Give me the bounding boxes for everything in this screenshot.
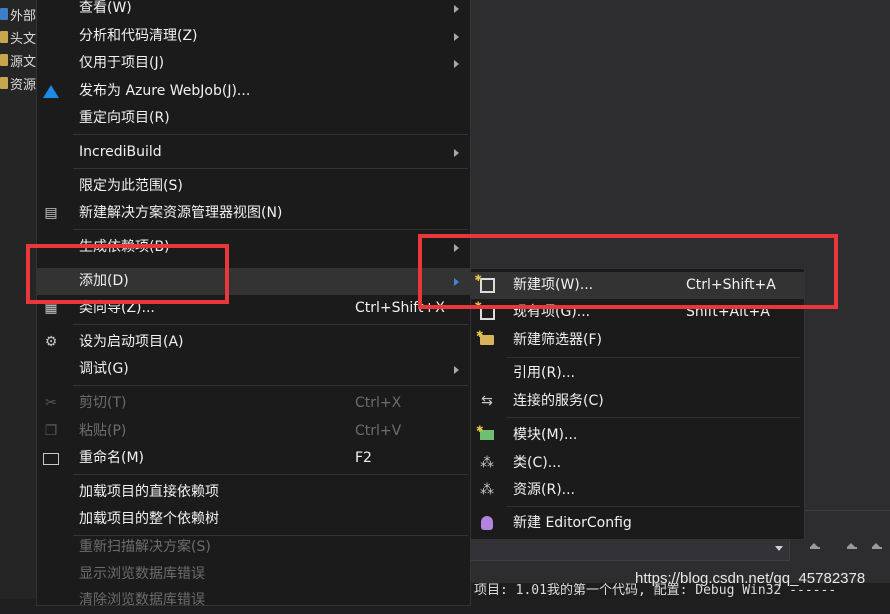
editorconfig-icon (479, 515, 495, 531)
new-filter-icon (476, 327, 495, 348)
menu-separator (507, 417, 800, 418)
menu-item-load-direct-deps[interactable]: 加载项目的直接依赖项 (37, 479, 470, 506)
paste-icon: ❐ (44, 423, 58, 439)
menu-item-rename[interactable]: 重命名(M) F2 (37, 445, 470, 472)
menu-item-cut[interactable]: ✂ 剪切(T) Ctrl+X (37, 390, 470, 417)
submenu-item-connected-service[interactable]: ⇆ 连接的服务(C) (471, 388, 804, 415)
menu-separator (73, 168, 468, 169)
highlight-box-new-item (418, 234, 838, 309)
folder-icon (0, 8, 8, 20)
solution-view-icon: ▤ (44, 205, 58, 221)
menu-item-set-startup[interactable]: ⚙ 设为启动项目(A) (37, 329, 470, 356)
menu-separator (507, 506, 800, 507)
menu-item-publish-azure[interactable]: 发布为 Azure WebJob(J)... (37, 78, 470, 105)
menu-item-new-view[interactable]: ▤ 新建解决方案资源管理器视图(N) (37, 200, 470, 227)
menu-item-clear-browse-errors[interactable]: 清除浏览数据库错误 (37, 587, 470, 614)
submenu-item-class[interactable]: ⁂ 类(C)... (471, 450, 804, 477)
menu-separator (73, 385, 468, 386)
menu-separator (507, 357, 800, 358)
menu-item-scope[interactable]: 限定为此范围(S) (37, 173, 470, 200)
menu-item-paste[interactable]: ❐ 粘贴(P) Ctrl+V (37, 418, 470, 445)
menu-separator (73, 474, 468, 475)
menu-item-rescan[interactable]: 重新扫描解决方案(S) (37, 534, 470, 561)
menu-separator (73, 324, 468, 325)
resource-icon: ⁂ (480, 482, 494, 498)
solution-item[interactable]: 头文 (0, 26, 36, 48)
scissors-icon: ✂ (45, 395, 57, 411)
chevron-down-icon (775, 546, 783, 551)
submenu-item-reference[interactable]: 引用(R)... (471, 360, 804, 387)
menu-item-load-dep-tree[interactable]: 加载项目的整个依赖树 (37, 506, 470, 533)
folder-icon (0, 77, 8, 89)
menu-separator (73, 134, 468, 135)
submenu-arrow-icon (454, 5, 459, 13)
submenu-arrow-icon (454, 366, 459, 374)
submenu-arrow-icon (454, 149, 459, 157)
clear-all-icon[interactable] (870, 541, 884, 555)
submenu-item-editorconfig[interactable]: 新建 EditorConfig (471, 510, 804, 537)
menu-item-show-browse-errors[interactable]: 显示浏览数据库错误 (37, 561, 470, 588)
go-to-next-icon[interactable] (845, 541, 859, 555)
menu-item-project-only[interactable]: 仅用于项目(J) (37, 50, 470, 77)
highlight-box-add (26, 244, 229, 304)
menu-item-debug[interactable]: 调试(G) (37, 356, 470, 383)
watermark: https://blog.csdn.net/qq_45782378 (635, 570, 866, 587)
submenu-item-resource[interactable]: ⁂ 资源(R)... (471, 477, 804, 504)
folder-icon (0, 54, 8, 66)
solution-item[interactable]: 资源 (0, 72, 36, 94)
module-icon (476, 422, 495, 443)
go-to-previous-icon[interactable] (808, 541, 822, 555)
output-source-dropdown[interactable] (470, 539, 790, 561)
class-icon: ⁂ (480, 455, 494, 471)
gear-icon: ⚙ (44, 334, 58, 350)
connected-service-icon: ⇆ (481, 393, 493, 409)
submenu-arrow-icon (454, 33, 459, 41)
rename-icon (43, 450, 59, 466)
menu-item-analyze[interactable]: 分析和代码清理(Z) (37, 23, 470, 50)
submenu-item-module[interactable]: 模块(M)... (471, 422, 804, 449)
solution-item[interactable]: 外部 (0, 3, 36, 25)
submenu-item-new-filter[interactable]: 新建筛选器(F) (471, 327, 804, 354)
solution-item[interactable]: 源文 (0, 49, 36, 71)
azure-icon (43, 83, 59, 99)
submenu-arrow-icon (454, 60, 459, 68)
menu-item-view[interactable]: 查看(W) (37, 0, 470, 22)
menu-separator (73, 229, 468, 230)
menu-item-retarget[interactable]: 重定向项目(R) (37, 105, 470, 132)
menu-item-incredibuild[interactable]: IncrediBuild (37, 139, 470, 166)
folder-icon (0, 31, 8, 43)
